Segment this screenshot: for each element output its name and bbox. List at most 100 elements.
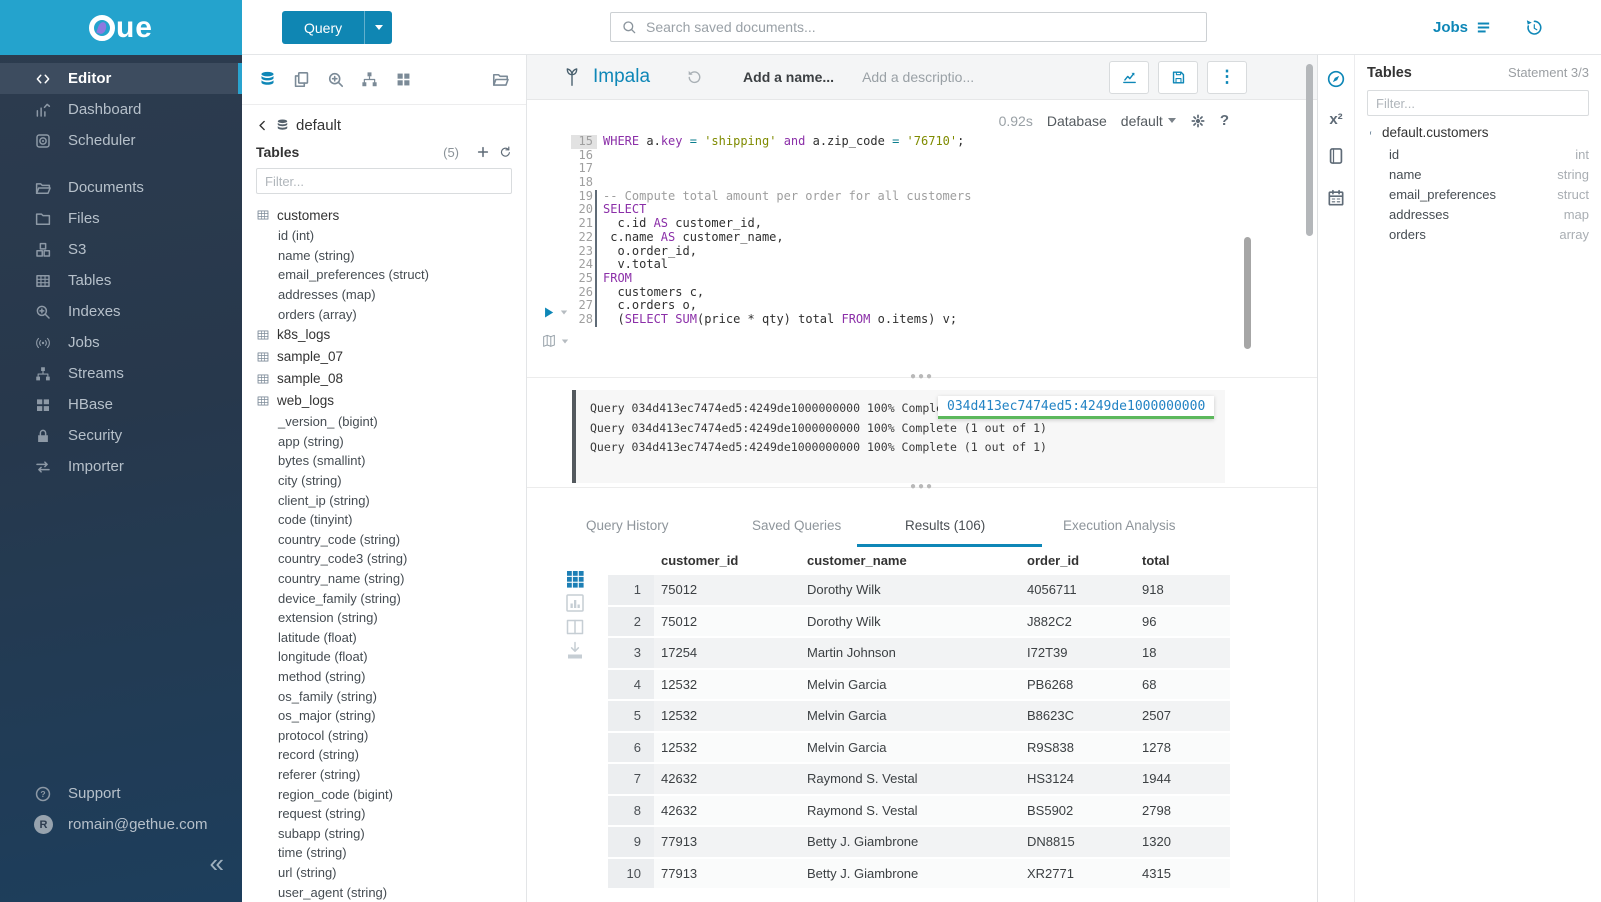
table-row[interactable]: 317254Martin JohnsonI72T3918 [608,638,1230,668]
right-filter-input[interactable] [1367,90,1589,116]
table-row[interactable]: 842632Raymond S. VestalBS59022798 [608,796,1230,826]
code-line[interactable]: 21 c.id AS customer_id, [527,217,1317,231]
column-item[interactable]: city (string) [256,471,526,491]
search-input[interactable] [646,19,1196,35]
column-header-customer_id[interactable]: customer_id [654,553,800,568]
main-scrollbar[interactable] [1306,64,1313,236]
table-row[interactable]: 512532Melvin GarciaB8623C2507 [608,701,1230,731]
columns-view-icon[interactable] [563,615,587,639]
table-row[interactable]: 412532Melvin GarciaPB626868 [608,670,1230,700]
sidebar-item-streams[interactable]: Streams [0,358,242,389]
more-actions-button[interactable]: ⋮ [1207,61,1247,94]
grid-view-icon[interactable] [563,567,587,591]
log-results-splitter[interactable]: ●●● [527,487,1317,488]
column-name[interactable]: orders [1389,227,1559,242]
save-button[interactable] [1158,61,1198,94]
code-line[interactable]: 23 o.order_id, [527,245,1317,259]
code-line[interactable]: 20SELECT [527,203,1317,217]
query-id-tooltip[interactable]: 034d413ec7474ed5:4249de1000000000 [938,396,1214,419]
column-name[interactable]: id [1389,147,1575,162]
column-item[interactable]: time (string) [256,843,526,863]
code-line[interactable]: 15WHERE a.key = 'shipping' and a.zip_cod… [527,135,1317,149]
schedule-calendar-icon[interactable] [1326,188,1346,208]
column-name[interactable]: name [1389,167,1557,182]
column-item[interactable]: os_family (string) [256,686,526,706]
sidebar-item-importer[interactable]: Importer [0,451,242,482]
query-name-field[interactable]: Add a name... [743,69,834,85]
column-item[interactable]: device_family (string) [256,588,526,608]
column-item[interactable]: url (string) [256,863,526,883]
code-line[interactable]: 24 v.total [527,258,1317,272]
column-item[interactable]: name (string) [256,246,526,266]
table-row[interactable]: 175012Dorothy Wilk4056711918 [608,575,1230,605]
column-item[interactable]: subapp (string) [256,823,526,843]
tab-results-106[interactable]: Results (106) [905,518,985,533]
editor-log-splitter[interactable]: ●●● [527,377,1317,378]
tab-saved-queries[interactable]: Saved Queries [752,518,841,533]
sidebar-item-hbase[interactable]: HBase [0,389,242,420]
table-row[interactable]: 1077913Betty J. GiambroneXR27714315 [608,859,1230,889]
column-header-customer_name[interactable]: customer_name [800,553,1020,568]
column-item[interactable]: country_name (string) [256,569,526,589]
code-line[interactable]: 26 customers c, [527,286,1317,300]
tab-query-history[interactable]: Query History [586,518,669,533]
query-description-field[interactable]: Add a descriptio... [862,69,974,85]
active-table-row[interactable]: i default.customers [1367,125,1589,140]
table-item[interactable]: sample_08 [256,368,526,390]
help-icon[interactable]: ? [1220,112,1229,129]
sidebar-item-documents[interactable]: Documents [0,172,242,203]
column-item[interactable]: client_ip (string) [256,490,526,510]
column-item[interactable]: orders (array) [256,304,526,324]
apps-grid-icon[interactable] [394,70,413,89]
code-line[interactable]: 17 [527,162,1317,176]
column-item[interactable]: extension (string) [256,608,526,628]
column-item[interactable]: code (tinyint) [256,510,526,530]
chart-button[interactable] [1109,61,1149,94]
add-table-icon[interactable] [476,145,490,159]
table-row[interactable]: 612532Melvin GarciaR9S8381278 [608,733,1230,763]
undo-history-icon[interactable] [686,69,703,86]
column-item[interactable]: referer (string) [256,765,526,785]
sidebar-item-s3[interactable]: S3 [0,234,242,265]
editor-scrollbar[interactable] [1244,237,1251,349]
execute-button[interactable] [541,305,568,320]
download-icon[interactable] [563,639,587,663]
column-item[interactable]: app (string) [256,432,526,452]
query-dropdown-toggle[interactable] [364,11,392,44]
column-item[interactable]: method (string) [256,667,526,687]
sidebar-item-indexes[interactable]: Indexes [0,296,242,327]
right-column-item[interactable]: email_preferencesstruct [1367,184,1589,204]
sitemap-icon[interactable] [360,70,379,89]
tab-execution-analysis[interactable]: Execution Analysis [1063,518,1176,533]
query-button[interactable]: Query [282,11,392,44]
column-item[interactable]: request (string) [256,804,526,824]
sidebar-item-files[interactable]: Files [0,203,242,234]
column-item[interactable]: record (string) [256,745,526,765]
sql-editor[interactable]: 15WHERE a.key = 'shipping' and a.zip_cod… [527,135,1317,377]
chart-view-icon[interactable] [563,591,587,615]
sidebar-item-jobs[interactable]: Jobs [0,327,242,358]
table-row[interactable]: 977913Betty J. GiambroneDN88151320 [608,827,1230,857]
settings-gear-icon[interactable] [1190,113,1206,129]
column-item[interactable]: user_agent (string) [256,882,526,900]
right-column-item[interactable]: idint [1367,144,1589,164]
sidebar-item-editor[interactable]: Editor [0,63,242,94]
table-item[interactable]: sample_07 [256,346,526,368]
sidebar-item-dashboard[interactable]: Dashboard [0,94,242,125]
column-item[interactable]: bytes (smallint) [256,451,526,471]
sidebar-item-security[interactable]: Security [0,420,242,451]
hue-logo[interactable]: ue [89,11,153,45]
history-icon[interactable] [1524,18,1543,37]
column-item[interactable]: protocol (string) [256,725,526,745]
column-header-total[interactable]: total [1135,553,1230,568]
right-column-item[interactable]: addressesmap [1367,205,1589,225]
breadcrumb[interactable]: default [296,117,341,134]
documents-copy-icon[interactable] [292,70,311,89]
databases-icon[interactable] [258,70,277,89]
language-reference-icon[interactable] [1326,146,1346,166]
column-item[interactable]: country_code3 (string) [256,549,526,569]
column-item[interactable]: os_major (string) [256,706,526,726]
folder-open-icon[interactable] [491,70,510,89]
table-row[interactable]: 275012Dorothy WilkJ882C296 [608,607,1230,637]
sidebar-item-support[interactable]: ?Support [0,778,242,809]
